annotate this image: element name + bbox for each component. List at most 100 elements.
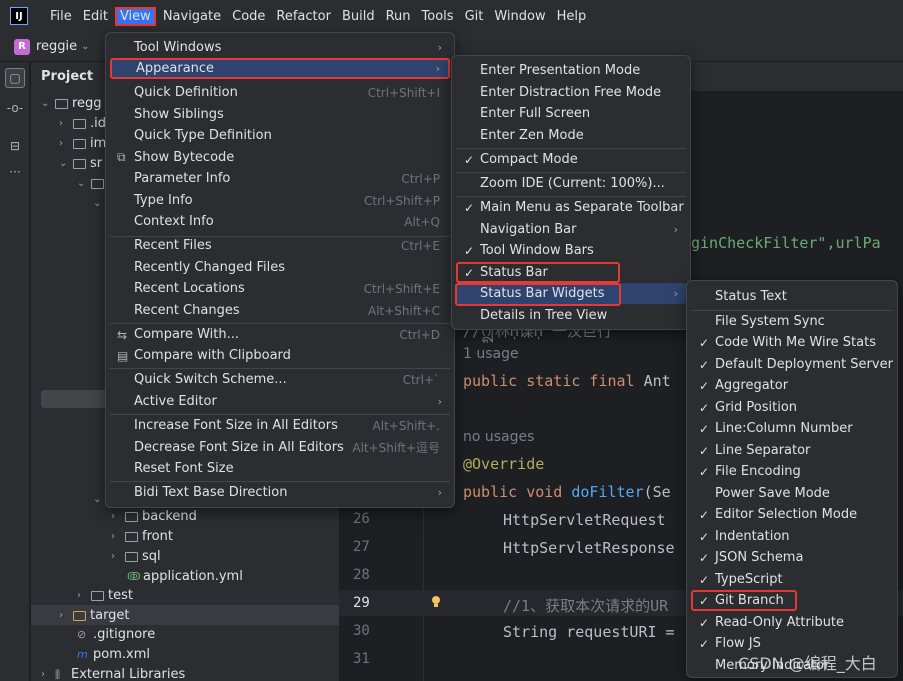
widget-editor-selection-mode[interactable]: ✓ Editor Selection Mode (691, 504, 893, 525)
widget-line-column[interactable]: ✓ Line:Column Number (691, 418, 893, 439)
menu-item-decrease-font[interactable]: Decrease Font Size in All Editors Alt+Shi… (110, 437, 450, 458)
menu-item-full-screen[interactable]: Enter Full Screen (456, 103, 686, 124)
menu-item-context-info[interactable]: Context Info Alt+Q (110, 211, 450, 232)
chevron-right-icon[interactable]: › (41, 665, 55, 681)
menu-item-tool-window-bars[interactable]: ✓ Tool Window Bars (456, 240, 686, 261)
menu-item-zoom-ide[interactable]: Zoom IDE (Current: 100%)... (456, 173, 686, 194)
menu-item-reset-font[interactable]: Reset Font Size (110, 458, 450, 479)
tree-row[interactable]: › backend (111, 507, 197, 527)
menu-file[interactable]: File (46, 7, 76, 26)
widget-grid-position[interactable]: ✓ Grid Position (691, 397, 893, 418)
menu-item-label: Bidi Text Base Direction (134, 485, 288, 500)
chevron-down-icon[interactable]: ⌄ (41, 94, 55, 114)
menu-run[interactable]: Run (382, 7, 415, 26)
menu-item-label: Quick Type Definition (134, 128, 272, 143)
chevron-right-icon[interactable]: › (59, 114, 73, 134)
menu-item-recent-files[interactable]: Recent Files Ctrl+E (110, 235, 450, 256)
menu-help[interactable]: Help (553, 7, 591, 26)
menu-item-quick-definition[interactable]: Quick Definition Ctrl+Shift+I (110, 82, 450, 103)
chevron-right-icon[interactable]: › (77, 586, 91, 606)
project-folder-icon[interactable]: ▢ (5, 68, 25, 88)
menu-item-tool-windows[interactable]: Tool Windows › (110, 37, 450, 58)
chevron-right-icon[interactable]: › (111, 547, 125, 567)
widget-status-text[interactable]: Status Text (691, 286, 893, 307)
chevron-right-icon[interactable]: › (59, 134, 73, 154)
menu-item-navigation-bar[interactable]: Navigation Bar › (456, 219, 686, 240)
menu-item-bidi-direction[interactable]: Bidi Text Base Direction › (110, 482, 450, 503)
menu-item-increase-font[interactable]: Increase Font Size in All Editors Alt+Shi… (110, 415, 450, 436)
widget-json-schema[interactable]: ✓ JSON Schema (691, 547, 893, 568)
tree-row[interactable]: › test (77, 586, 133, 606)
menu-item-recently-changed-files[interactable]: Recently Changed Files (110, 257, 450, 278)
menu-git[interactable]: Git (461, 7, 488, 26)
widget-power-save[interactable]: Power Save Mode (691, 483, 893, 504)
menu-tools[interactable]: Tools (418, 7, 458, 26)
menu-item-quick-switch-scheme[interactable]: Quick Switch Scheme... Ctrl+` (110, 369, 450, 390)
menu-item-compact-mode[interactable]: ✓ Compact Mode (456, 149, 686, 170)
menu-item-show-bytecode[interactable]: ⧉ Show Bytecode (110, 147, 450, 168)
menu-item-type-info[interactable]: Type Info Ctrl+Shift+P (110, 190, 450, 211)
menu-item-recent-locations[interactable]: Recent Locations Ctrl+Shift+E (110, 278, 450, 299)
menu-build[interactable]: Build (338, 7, 379, 26)
menu-code[interactable]: Code (228, 7, 269, 26)
widget-typescript[interactable]: ✓ TypeScript (691, 569, 893, 590)
folder-icon (125, 532, 138, 542)
menu-item-zen-mode[interactable]: Enter Zen Mode (456, 125, 686, 146)
tree-row[interactable]: ↂ application.yml (127, 567, 243, 587)
tree-row[interactable]: › sql (111, 547, 161, 567)
project-badge[interactable]: R (14, 38, 30, 55)
tree-row[interactable]: › front (111, 527, 173, 547)
intellij-logo-icon[interactable]: IJ (10, 7, 28, 25)
menu-view[interactable]: View (114, 6, 156, 26)
project-name[interactable]: reggie (36, 39, 77, 54)
chevron-down-icon[interactable]: ⌄ (77, 174, 91, 194)
commit-icon[interactable]: -o- (5, 98, 25, 118)
widget-git-branch[interactable]: ✓ Git Branch (691, 590, 797, 611)
widget-read-only[interactable]: ✓ Read-Only Attribute (691, 612, 893, 633)
menu-item-show-siblings[interactable]: Show Siblings (110, 104, 450, 125)
tree-row[interactable]: m pom.xml (77, 645, 150, 665)
tree-row[interactable]: ⌄ sr (59, 154, 102, 174)
tree-label: target (90, 608, 130, 623)
menu-item-parameter-info[interactable]: Parameter Info Ctrl+P (110, 168, 450, 189)
menu-item-compare-with[interactable]: ⇆ Compare With... Ctrl+D (110, 324, 450, 345)
menu-window[interactable]: Window (490, 7, 549, 26)
menu-navigate[interactable]: Navigate (159, 7, 225, 26)
chevron-down-icon[interactable]: ⌄ (59, 154, 73, 174)
tree-row[interactable]: › ⫼ External Libraries (41, 665, 185, 681)
chevron-right-icon[interactable]: › (111, 527, 125, 547)
widget-aggregator[interactable]: ✓ Aggregator (691, 375, 893, 396)
menu-item-quick-type-definition[interactable]: Quick Type Definition (110, 125, 450, 146)
tree-row[interactable]: › target (59, 606, 130, 626)
usage-hint[interactable]: 1 usage (463, 346, 519, 362)
menu-item-active-editor[interactable]: Active Editor › (110, 391, 450, 412)
widget-file-encoding[interactable]: ✓ File Encoding (691, 461, 893, 482)
structure-icon[interactable]: ⊟ (5, 136, 25, 156)
tree-row[interactable]: › .id (59, 114, 106, 134)
menu-item-main-menu-toolbar[interactable]: ✓ Main Menu as Separate Toolbar (456, 197, 686, 218)
widget-file-system-sync[interactable]: File System Sync (691, 311, 893, 332)
tree-row[interactable]: ⌄ regg (41, 94, 102, 114)
menu-item-status-bar[interactable]: ✓ Status Bar (456, 262, 620, 283)
menu-item-details-tree-view[interactable]: Details in Tree View (456, 305, 686, 326)
tree-row[interactable]: › im (59, 134, 106, 154)
lightbulb-icon[interactable] (431, 595, 441, 609)
chevron-down-icon[interactable]: ⌄ (81, 41, 89, 52)
widget-line-separator[interactable]: ✓ Line Separator (691, 440, 893, 461)
chevron-right-icon[interactable]: › (59, 606, 73, 626)
widget-indentation[interactable]: ✓ Indentation (691, 526, 893, 547)
widget-deployment-server[interactable]: ✓ Default Deployment Server (691, 354, 893, 375)
menu-item-distraction-free[interactable]: Enter Distraction Free Mode (456, 82, 686, 103)
menu-refactor[interactable]: Refactor (272, 7, 335, 26)
menu-item-recent-changes[interactable]: Recent Changes Alt+Shift+C (110, 300, 450, 321)
menu-item-appearance[interactable]: Appearance › (110, 58, 450, 79)
menu-item-presentation-mode[interactable]: Enter Presentation Mode (456, 60, 686, 81)
tree-row[interactable]: ⊘ .gitignore (77, 625, 155, 645)
tree-row[interactable]: ⌄ (77, 174, 108, 194)
menu-item-compare-clipboard[interactable]: ▤ Compare with Clipboard (110, 345, 450, 366)
widget-code-with-me[interactable]: ✓ Code With Me Wire Stats (691, 332, 893, 353)
chevron-right-icon[interactable]: › (111, 507, 125, 527)
more-icon[interactable]: ··· (5, 162, 25, 182)
menu-edit[interactable]: Edit (79, 7, 112, 26)
panel-title[interactable]: Project (41, 69, 93, 84)
